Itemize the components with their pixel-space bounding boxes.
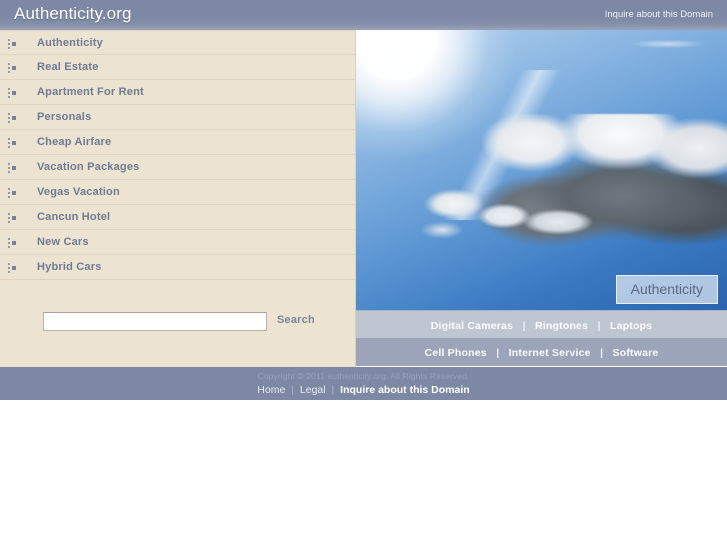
sidebar-item-cancun-hotel[interactable]: Cancun Hotel	[0, 205, 355, 230]
footer-separator: |	[291, 384, 294, 396]
list-bullet-icon	[8, 39, 17, 49]
link-separator: |	[600, 347, 604, 359]
copyright-text: Copyright © 2011 authenticity.org. All R…	[257, 371, 470, 381]
footer-separator: |	[331, 384, 335, 396]
sidebar-item-personals[interactable]: Personals	[0, 105, 355, 130]
sidebar-item-label[interactable]: Apartment For Rent	[37, 80, 144, 105]
sidebar-item-hybrid-cars[interactable]: Hybrid Cars	[0, 255, 355, 280]
link-separator: |	[522, 320, 526, 332]
sidebar-item-label[interactable]: Cancun Hotel	[37, 205, 110, 230]
main-content: Authenticity Real Estate Apartment For R…	[0, 30, 727, 367]
link-bar-row-2: Cell Phones | Internet Service | Softwar…	[356, 338, 727, 366]
link-laptops[interactable]: Laptops	[610, 320, 652, 332]
photo-column: Authenticity Digital Cameras | Ringtones…	[356, 30, 727, 367]
list-bullet-icon	[8, 138, 17, 148]
sidebar-item-vegas-vacation[interactable]: Vegas Vacation	[0, 180, 355, 205]
list-bullet-icon	[8, 163, 17, 173]
photo-watermark: Authenticity	[615, 275, 718, 304]
link-internet-service[interactable]: Internet Service	[509, 347, 591, 359]
list-bullet-icon	[8, 188, 17, 198]
sidebar-item-label[interactable]: Cheap Airfare	[37, 130, 111, 155]
link-software[interactable]: Software	[613, 347, 659, 359]
list-bullet-icon	[8, 63, 17, 73]
site-footer: Copyright © 2011 authenticity.org. All R…	[0, 367, 727, 400]
list-bullet-icon	[8, 238, 17, 248]
sidebar-item-label[interactable]: Hybrid Cars	[37, 255, 102, 280]
sidebar-item-label[interactable]: New Cars	[37, 230, 89, 255]
sidebar-item-label[interactable]: Vegas Vacation	[37, 180, 120, 205]
header-inquire-link[interactable]: Inquire about this Domain	[605, 9, 713, 20]
link-separator: |	[496, 347, 500, 359]
site-header: Authenticity.org Inquire about this Doma…	[0, 0, 727, 30]
footer-link-home[interactable]: Home	[257, 384, 285, 396]
sidebar-item-vacation-packages[interactable]: Vacation Packages	[0, 155, 355, 180]
sidebar: Authenticity Real Estate Apartment For R…	[0, 30, 356, 367]
link-digital-cameras[interactable]: Digital Cameras	[431, 320, 513, 332]
search-button[interactable]: Search	[277, 314, 315, 326]
sidebar-item-label[interactable]: Authenticity	[37, 31, 103, 56]
footer-links: Home | Legal | Inquire about this Domain	[0, 381, 727, 396]
wisp-cloud-decoration	[418, 182, 618, 254]
thin-cloud-decoration	[613, 36, 723, 52]
sidebar-item-label[interactable]: Vacation Packages	[37, 155, 139, 180]
sidebar-item-cheap-airfare[interactable]: Cheap Airfare	[0, 130, 355, 155]
sidebar-item-real-estate[interactable]: Real Estate	[0, 55, 355, 80]
search-row: Search	[0, 312, 356, 342]
sidebar-item-authenticity[interactable]: Authenticity	[0, 30, 355, 55]
link-separator: |	[597, 320, 601, 332]
footer-link-inquire[interactable]: Inquire about this Domain	[340, 384, 470, 396]
sidebar-item-new-cars[interactable]: New Cars	[0, 230, 355, 255]
search-input[interactable]	[43, 312, 267, 331]
link-cell-phones[interactable]: Cell Phones	[425, 347, 487, 359]
footer-link-legal[interactable]: Legal	[300, 384, 326, 396]
sidebar-item-label[interactable]: Real Estate	[37, 55, 99, 80]
sidebar-item-apartment-for-rent[interactable]: Apartment For Rent	[0, 80, 355, 105]
link-bar-row-1: Digital Cameras | Ringtones | Laptops	[356, 310, 727, 338]
sidebar-item-label[interactable]: Personals	[37, 105, 91, 130]
sidebar-nav-list: Authenticity Real Estate Apartment For R…	[0, 30, 355, 280]
page-root: Authenticity.org Inquire about this Doma…	[0, 0, 727, 545]
sky-cloud-photo: Authenticity	[356, 30, 727, 310]
list-bullet-icon	[8, 263, 17, 273]
link-ringtones[interactable]: Ringtones	[535, 320, 588, 332]
site-title: Authenticity.org	[14, 4, 132, 23]
list-bullet-icon	[8, 88, 17, 98]
list-bullet-icon	[8, 113, 17, 123]
list-bullet-icon	[8, 213, 17, 223]
